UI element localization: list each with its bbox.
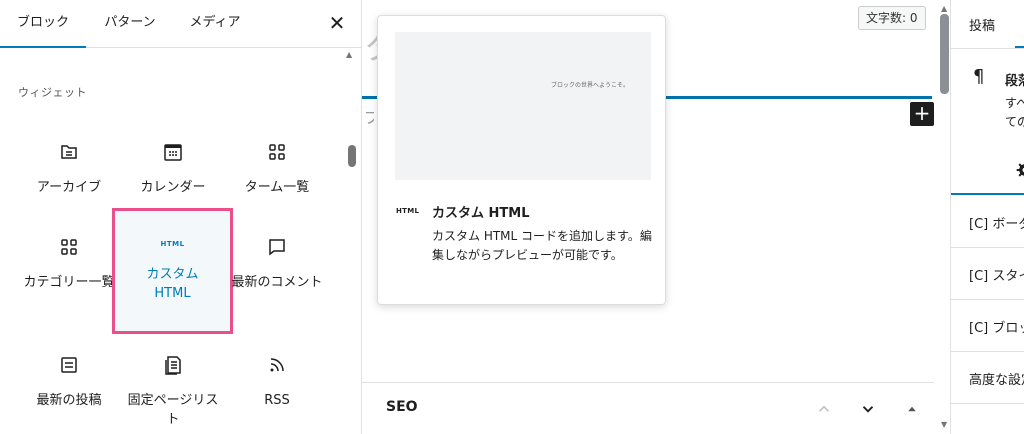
block-term-list[interactable]: ターム一覧 <box>218 120 336 215</box>
block-page-list[interactable]: 固定ページリスト <box>114 333 232 434</box>
panel-label: 高度な設定 <box>969 373 1024 388</box>
block-label: アーカイブ <box>36 180 102 195</box>
block-label: 最新のコメント <box>231 275 323 290</box>
panel-block[interactable]: [C] ブロック <box>951 300 1024 352</box>
block-calendar[interactable]: カレンダー <box>114 120 232 215</box>
panel-style[interactable]: [C] スタイル <box>951 248 1024 300</box>
categories-icon <box>10 235 128 259</box>
block-categories[interactable]: カテゴリー一覧 <box>10 215 128 333</box>
html-icon: HTML <box>160 240 185 248</box>
block-tab-indicator <box>951 193 1024 195</box>
panel-border[interactable]: [C] ボーダー <box>951 196 1024 248</box>
tab-media[interactable]: メディア <box>178 0 252 48</box>
category-heading: ウィジェット <box>18 86 87 99</box>
scroll-down-arrow-icon[interactable]: ▼ <box>941 420 947 429</box>
settings-sidebar: 投稿 ¶ 段落 すべてのブロックの最初のステップです。 [C] ボーダー [C]… <box>950 0 1024 434</box>
block-label: 固定ページリスト <box>127 393 219 427</box>
page-list-icon <box>114 353 232 377</box>
close-inserter-button[interactable]: ✕ <box>322 8 352 38</box>
tab-post[interactable]: 投稿 <box>969 15 995 34</box>
block-rss[interactable]: RSS <box>218 333 336 434</box>
tag-cloud-icon <box>218 140 336 164</box>
inserter-scrollbar-thumb[interactable] <box>348 145 356 167</box>
move-down-button[interactable] <box>854 395 882 423</box>
inserter-tabs: ブロック パターン メディア ✕ <box>0 0 361 48</box>
html-icon: HTML <box>396 207 420 215</box>
scroll-up-arrow-icon[interactable]: ▲ <box>941 4 947 13</box>
block-preview-image: ブロックの世界へようこそ。 <box>395 32 651 180</box>
tab-divider <box>951 48 1024 49</box>
block-label: RSS <box>264 393 290 408</box>
block-archive[interactable]: アーカイブ <box>10 120 128 215</box>
tab-blocks[interactable]: ブロック <box>0 0 86 48</box>
post-list-icon <box>10 353 128 377</box>
gear-icon[interactable] <box>1015 160 1024 180</box>
panel-label: [C] スタイル <box>969 269 1024 284</box>
block-label: カテゴリー一覧 <box>23 275 115 290</box>
archive-icon <box>10 140 128 164</box>
seo-meta-box: SEO <box>362 382 934 434</box>
paragraph-fragment[interactable]: ブ <box>364 104 374 128</box>
block-inserter-panel: ブロック パターン メディア ✕ ▲ ウィジェット アーカイブ カレンダー ター… <box>0 0 362 434</box>
add-block-button[interactable]: + <box>910 102 934 126</box>
block-card-description-text: すべてのブロックの最初のステップです。 <box>1005 96 1024 129</box>
toggle-panel-button[interactable] <box>898 395 926 423</box>
word-count-badge: 文字数: 0 <box>858 6 926 30</box>
preview-description: カスタム HTML コードを追加します。編集しながらプレビューが可能です。 <box>432 229 652 262</box>
seo-label: SEO <box>386 399 418 415</box>
paragraph-icon: ¶ <box>973 66 985 87</box>
calendar-icon <box>114 140 232 164</box>
block-label: カレンダー <box>140 180 206 195</box>
block-card-description: すべてのブロックの最初のステップです。 <box>1005 94 1024 132</box>
block-preview-popover: ブロックの世界へようこそ。 HTML カスタム HTML カスタム HTML コ… <box>377 15 666 305</box>
canvas-scrollbar-thumb[interactable] <box>940 14 949 94</box>
preview-sample-text: ブロックの世界へようこそ。 <box>550 82 629 89</box>
block-card-title: 段落 <box>1005 74 1024 89</box>
panel-label: [C] ボーダー <box>969 217 1024 232</box>
block-label: ターム一覧 <box>244 180 310 195</box>
block-latest-comments[interactable]: 最新のコメント <box>218 215 336 333</box>
rss-icon <box>218 353 336 377</box>
block-label: 最新の投稿 <box>36 393 102 408</box>
block-latest-posts[interactable]: 最新の投稿 <box>10 333 128 434</box>
panel-label: [C] ブロック <box>969 321 1024 336</box>
post-title-fragment[interactable]: タ <box>364 20 378 69</box>
scroll-up-arrow-icon[interactable]: ▲ <box>346 50 352 59</box>
tab-patterns[interactable]: パターン <box>92 0 168 48</box>
editor-root: ブロック パターン メディア ✕ ▲ ウィジェット アーカイブ カレンダー ター… <box>0 0 1024 434</box>
block-custom-html[interactable]: HTML カスタム HTML <box>112 208 233 334</box>
block-label: カスタム HTML <box>146 267 199 301</box>
preview-title: カスタム HTML <box>432 206 530 221</box>
move-up-button[interactable] <box>810 395 838 423</box>
panel-advanced[interactable]: 高度な設定 <box>951 352 1024 404</box>
comment-icon <box>218 235 336 259</box>
